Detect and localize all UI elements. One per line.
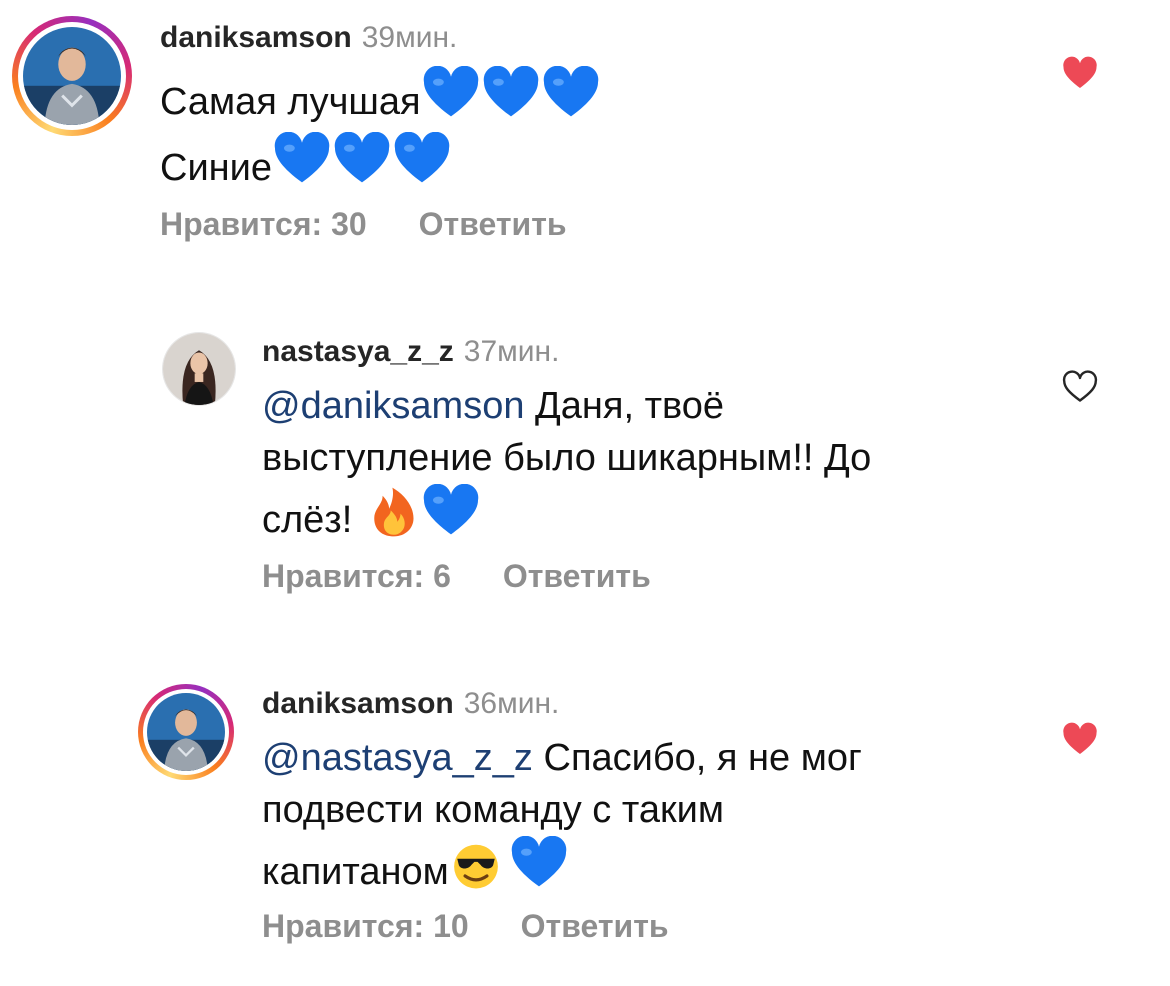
avatar[interactable]	[138, 684, 234, 780]
comment-line-2: выступление было шикарным!! До	[262, 432, 871, 484]
avatar-inner	[163, 333, 235, 405]
comment-actions: Нравится: 6 Ответить	[262, 556, 651, 596]
comment-text-line-2: выступление было шикарным!! До	[262, 437, 872, 479]
username[interactable]: nastasya_z_z	[262, 335, 454, 368]
comment-line-1: @daniksamson Даня, твоё	[262, 380, 871, 432]
likes-count[interactable]: Нравится: 10	[262, 906, 469, 946]
likes-count[interactable]: Нравится: 6	[262, 556, 451, 596]
blue-heart-emoji	[541, 66, 601, 120]
heart-outline-icon[interactable]	[1062, 370, 1098, 404]
comment-text-line-1: Даня, твоё	[524, 385, 725, 427]
blue-heart-emoji	[421, 66, 481, 120]
comment-line-1: Самая лучшая	[160, 66, 601, 132]
comment-text-line-2: подвести команду с таким	[262, 789, 724, 831]
comment-header: daniksamson 36мин.	[262, 686, 559, 722]
comment-text-line-3: слёз!	[262, 499, 363, 541]
comment-header: daniksamson 39мин.	[160, 20, 457, 56]
timestamp: 36мин.	[463, 687, 560, 720]
blue-heart-emoji	[509, 836, 569, 890]
mention-link[interactable]: @daniksamson	[262, 385, 524, 427]
reply-button[interactable]: Ответить	[521, 906, 669, 946]
avatar-inner	[143, 689, 229, 775]
comment-actions: Нравится: 30 Ответить	[160, 204, 567, 244]
heart-filled-icon[interactable]	[1062, 56, 1098, 90]
avatar-photo-nastasya	[163, 333, 235, 405]
avatar-photo-daniksamson	[147, 693, 225, 771]
reply-button[interactable]: Ответить	[503, 556, 651, 596]
blue-heart-emoji	[332, 132, 392, 186]
blue-heart-emoji	[272, 132, 332, 186]
blue-heart-emoji	[481, 66, 541, 120]
comment-line-2: Синие	[160, 132, 601, 198]
timestamp: 37мин.	[463, 335, 560, 368]
timestamp: 39мин.	[361, 21, 458, 54]
blue-heart-emoji	[392, 132, 452, 186]
comment-line-1: @nastasya_z_z Спасибо, я не мог	[262, 732, 862, 784]
sunglasses-face-emoji	[449, 840, 503, 890]
comment-text-line-3: капитаном	[262, 851, 449, 893]
avatar[interactable]	[12, 16, 132, 136]
avatar-inner	[18, 22, 126, 130]
comment-text-line-1: Самая лучшая	[160, 81, 421, 123]
comment-text: @daniksamson Даня, твоё выступление было…	[262, 380, 871, 546]
heart-filled-icon[interactable]	[1062, 722, 1098, 756]
comment-text-line-1: Спасибо, я не мог	[532, 737, 862, 779]
comment-line-3: слёз!	[262, 484, 871, 546]
likes-count[interactable]: Нравится: 30	[160, 204, 367, 244]
reply-button[interactable]: Ответить	[419, 204, 567, 244]
username[interactable]: daniksamson	[262, 687, 454, 720]
fire-emoji	[369, 486, 419, 538]
comment-text: Самая лучшая Синие	[160, 66, 601, 198]
comment-actions: Нравится: 10 Ответить	[262, 906, 669, 946]
avatar[interactable]	[162, 332, 236, 406]
comment-header: nastasya_z_z 37мин.	[262, 334, 559, 370]
comment-line-2: подвести команду с таким	[262, 784, 862, 836]
comment-line-3: капитаном	[262, 836, 862, 898]
blue-heart-emoji	[421, 484, 481, 538]
mention-link[interactable]: @nastasya_z_z	[262, 737, 533, 779]
avatar-photo-daniksamson	[23, 27, 121, 125]
comment-text-line-2: Синие	[160, 147, 273, 189]
comment-text: @nastasya_z_z Спасибо, я не мог подвести…	[262, 732, 862, 898]
username[interactable]: daniksamson	[160, 21, 352, 54]
